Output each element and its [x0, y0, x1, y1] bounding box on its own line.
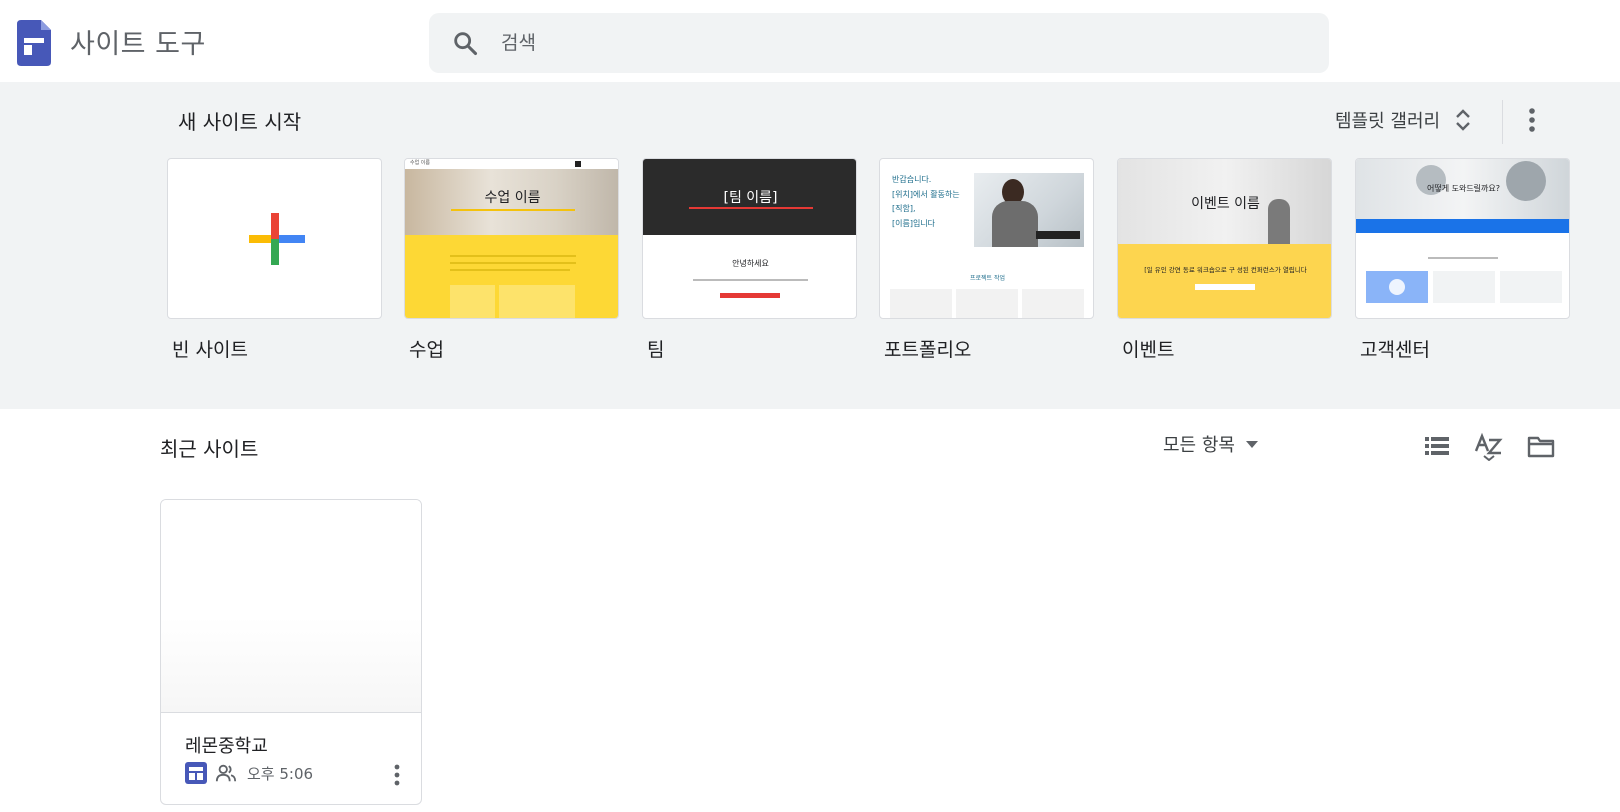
thumb-title: 수업 이름 [484, 190, 541, 206]
template-gallery-label: 템플릿 갤러리 [1335, 111, 1441, 132]
site-name: 레몬중학교 [185, 736, 268, 757]
folder-icon[interactable] [1526, 431, 1556, 461]
thumb-underline [689, 207, 813, 209]
app-header: 사이트 도구 [0, 0, 1620, 82]
owner-filter-dropdown[interactable]: 모든 항목 [1163, 431, 1259, 457]
site-preview[interactable] [161, 500, 421, 713]
unfold-icon [1456, 109, 1470, 131]
caret-down-icon [1245, 441, 1258, 448]
template-thumb-event[interactable]: 이벤트 이름 [일 유인 강연 동료 워크숍으로 구 성된 컨퍼런스가 열립니다 [1117, 158, 1332, 319]
thumb-tile [1366, 271, 1428, 303]
new-site-section: 새 사이트 시작 템플릿 갤러리 빈 사이트 수업 이름 수업 이름 수업 [팀… [0, 82, 1620, 409]
app-title: 사이트 도구 [70, 29, 206, 60]
thumb-yellow-band: [일 유인 강연 동료 워크숍으로 구 성된 컨퍼런스가 열립니다 [1118, 244, 1331, 318]
site-meta: 오후 5:06 [185, 762, 313, 784]
template-label: 수업 [409, 339, 444, 361]
thumb-subtitle: 안녕하세요 [732, 259, 769, 268]
thumb-topbar-icon [575, 161, 581, 167]
template-label: 팀 [647, 339, 665, 361]
thumb-button [720, 293, 780, 298]
template-thumb-class[interactable]: 수업 이름 수업 이름 [404, 158, 619, 319]
thumb-title: 이벤트 이름 [1191, 196, 1260, 212]
sites-file-icon [185, 762, 207, 784]
template-event[interactable]: 이벤트 이름 [일 유인 강연 동료 워크숍으로 구 성된 컨퍼런스가 열립니다… [1117, 158, 1332, 362]
sites-logo-icon[interactable] [17, 20, 51, 66]
template-thumb-portfolio[interactable]: 반갑습니다. [위치]에서 활동하는 [직함], [이름]입니다 프로젝트 작업 [879, 158, 1094, 319]
thumb-banner: [일 유인 강연 동료 워크숍으로 구 성된 컨퍼런스가 열립니다 [1144, 266, 1307, 274]
thumb-yellow-band [405, 235, 618, 318]
thumb-underline [451, 209, 575, 211]
thumb-line: [위치]에서 활동하는 [892, 189, 960, 199]
template-blank[interactable]: 빈 사이트 [167, 158, 382, 362]
thumb-title: [팀 이름] [723, 190, 778, 206]
plus-icon [249, 213, 305, 265]
template-team[interactable]: [팀 이름] 안녕하세요 팀 [642, 158, 857, 362]
more-vert-icon[interactable] [1518, 104, 1546, 136]
thumb-photo [974, 173, 1084, 247]
recent-sites-title: 최근 사이트 [160, 437, 259, 461]
template-thumb-blank[interactable] [167, 158, 382, 319]
template-label: 포트폴리오 [884, 339, 972, 361]
site-modified-time: 오후 5:06 [247, 764, 314, 783]
thumb-line: [직함], [892, 204, 916, 213]
thumb-intro-text: 반갑습니다. [위치]에서 활동하는 [직함], [이름]입니다 [892, 173, 960, 231]
template-label: 빈 사이트 [172, 339, 248, 361]
template-thumb-team[interactable]: [팀 이름] 안녕하세요 [642, 158, 857, 319]
shared-people-icon [215, 764, 237, 782]
thumb-topbar: 수업 이름 [405, 159, 618, 169]
template-label: 이벤트 [1122, 339, 1175, 361]
template-help-center[interactable]: 어떻게 도와드릴까요? 고객센터 [1355, 158, 1570, 362]
thumb-line: [이름]입니다 [892, 218, 936, 228]
template-label: 고객센터 [1360, 339, 1430, 361]
template-class[interactable]: 수업 이름 수업 이름 수업 [404, 158, 619, 362]
site-card[interactable]: 레몬중학교 오후 5:06 [160, 499, 422, 805]
template-portfolio[interactable]: 반갑습니다. [위치]에서 활동하는 [직함], [이름]입니다 프로젝트 작업… [879, 158, 1094, 362]
divider [1502, 100, 1503, 144]
template-thumb-help-center[interactable]: 어떻게 도와드릴까요? [1355, 158, 1570, 319]
template-gallery-button[interactable]: 템플릿 갤러리 [1335, 102, 1472, 138]
filter-label: 모든 항목 [1163, 435, 1235, 456]
more-vert-icon[interactable] [387, 762, 407, 788]
new-site-title: 새 사이트 시작 [178, 110, 302, 134]
sort-az-icon[interactable] [1474, 431, 1504, 461]
thumb-blue-band [1356, 219, 1569, 233]
thumb-title: 어떻게 도와드릴까요? [1426, 184, 1501, 193]
thumb-line: 반갑습니다. [892, 175, 932, 184]
thumb-caption: 프로젝트 작업 [969, 275, 1006, 282]
search-bar[interactable] [429, 13, 1329, 73]
search-icon[interactable] [451, 29, 479, 57]
search-input[interactable] [501, 13, 1301, 73]
list-view-icon[interactable] [1422, 431, 1452, 461]
thumb-text-line [693, 279, 808, 281]
thumb-topbar-title: 수업 이름 [410, 160, 430, 166]
recent-sites-header: 최근 사이트 모든 항목 [0, 409, 1620, 489]
